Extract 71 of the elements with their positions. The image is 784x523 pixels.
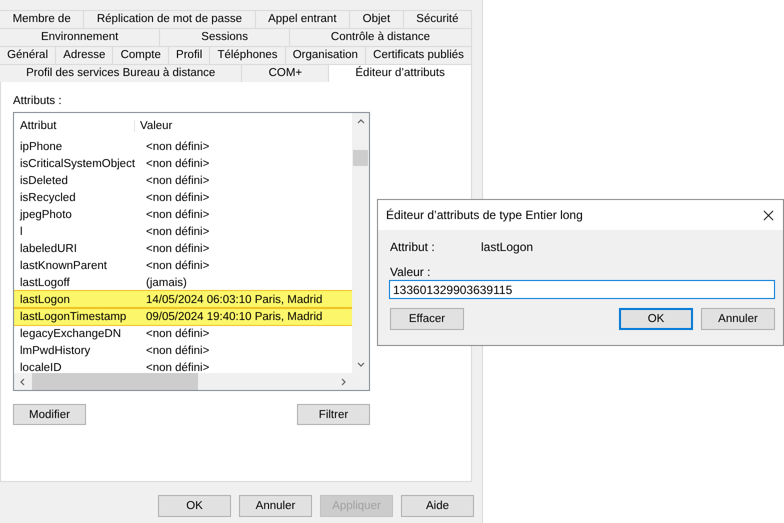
attribute-value: (jamais) (145, 276, 187, 288)
attribute-name: legacyExchangeDN (19, 328, 122, 340)
list-row[interactable]: ipPhone <non défini> (14, 138, 352, 155)
list-row[interactable]: lastKnownParent <non défini> (14, 257, 352, 274)
attribute-name: lastLogonTimestamp (19, 310, 128, 322)
attribute-name: isRecycled (19, 192, 77, 204)
attribute-value: <non défini> (145, 226, 210, 238)
scroll-right-icon[interactable] (339, 378, 347, 386)
dialog-button[interactable]: Annuler (701, 308, 775, 330)
attributes-label: Attributs : (13, 95, 63, 109)
dialog-title: Éditeur d’attributs de type Entier long (386, 208, 583, 222)
close-icon[interactable] (763, 210, 774, 220)
list-row[interactable]: localeID <non défini> (14, 359, 352, 373)
list-row[interactable]: isDeleted <non défini> (14, 172, 352, 189)
attribute-value: <non défini> (145, 242, 210, 254)
attribute-name: jpegPhoto (18, 208, 73, 220)
scroll-thumb[interactable] (353, 150, 368, 166)
scroll-down-icon[interactable] (356, 360, 364, 368)
list-row[interactable]: legacyExchangeDN <non défini> (14, 325, 352, 342)
attribute-name: l (19, 226, 24, 238)
attribute-name: lmPwdHistory (19, 344, 92, 356)
list-row[interactable]: isRecycled <non défini> (14, 189, 352, 206)
attribute-value: <non défini> (145, 208, 210, 220)
dialog-button[interactable]: Effacer (390, 308, 464, 330)
list-row[interactable]: jpegPhoto <non défini> (14, 206, 352, 223)
attribute-name: lastKnownParent (19, 260, 108, 272)
attribute-value: <non défini> (145, 362, 210, 373)
list-button[interactable]: Filtrer (297, 404, 370, 425)
highlighted-row[interactable]: lastLogon 14/05/2024 06:03:10 Paris, Madrid (14, 291, 352, 308)
attribute-value: <non défini> (145, 158, 210, 170)
vertical-scrollbar[interactable] (352, 113, 369, 390)
list-row[interactable]: isCriticalSystemObject <non défini> (14, 155, 352, 172)
footer-button[interactable]: OK (158, 495, 231, 517)
attribute-value: 09/05/2024 19:40:10 Paris, Madrid (145, 310, 322, 322)
value-field[interactable]: 133601329903639115 (389, 280, 775, 299)
scroll-left-icon[interactable] (19, 378, 27, 386)
scroll-thumb[interactable] (32, 373, 198, 390)
footer-button[interactable]: Annuler (239, 495, 312, 517)
list-row[interactable]: labeledURI <non défini> (14, 240, 352, 257)
footer-button[interactable]: Aide (401, 495, 474, 517)
list-row[interactable]: lastLogoff (jamais) (14, 274, 352, 291)
attribute-name: isCriticalSystemObject (19, 158, 136, 170)
column-header[interactable]: Attribut (14, 120, 134, 132)
horizontal-scrollbar[interactable] (14, 373, 352, 390)
attribute-name: ipPhone (19, 140, 64, 152)
attribute-value: 14/05/2024 06:03:10 Paris, Madrid (145, 294, 322, 306)
attribute-name: localeID (19, 362, 63, 373)
tab[interactable]: Certificats publiés (365, 46, 472, 64)
tab[interactable]: Éditeur d’attributs (328, 64, 472, 82)
value-label: Valeur : (390, 265, 432, 280)
attribute-name: isDeleted (19, 174, 69, 186)
attribute-name: labeledURI (19, 242, 78, 254)
attribute-name: lastLogoff (19, 276, 71, 288)
list-button[interactable]: Modifier (13, 404, 86, 425)
list-row[interactable]: lmPwdHistory <non défini> (14, 342, 352, 359)
highlighted-row[interactable]: lastLogonTimestamp 09/05/2024 19:40:10 Paris, Madrid (14, 308, 352, 325)
attribute-value: <non défini> (145, 344, 210, 356)
tab[interactable]: Contrôle à distance (288, 28, 472, 46)
attribute-label: Attribut : (390, 240, 436, 256)
attribute-value: <non défini> (145, 328, 210, 340)
attribute-value: lastLogon (481, 240, 534, 256)
list-row[interactable]: l <non défini> (14, 223, 352, 240)
tab[interactable]: Sécurité (402, 10, 472, 28)
scroll-up-icon[interactable] (356, 118, 364, 126)
attribute-value: <non défini> (145, 260, 210, 272)
attribute-value: <non défini> (145, 192, 210, 204)
attribute-name: lastLogon (19, 294, 71, 306)
column-header[interactable]: Valeur (134, 120, 172, 132)
attribute-value: <non défini> (145, 174, 210, 186)
attribute-value: <non défini> (145, 140, 210, 152)
dialog-button[interactable]: OK (619, 308, 693, 330)
